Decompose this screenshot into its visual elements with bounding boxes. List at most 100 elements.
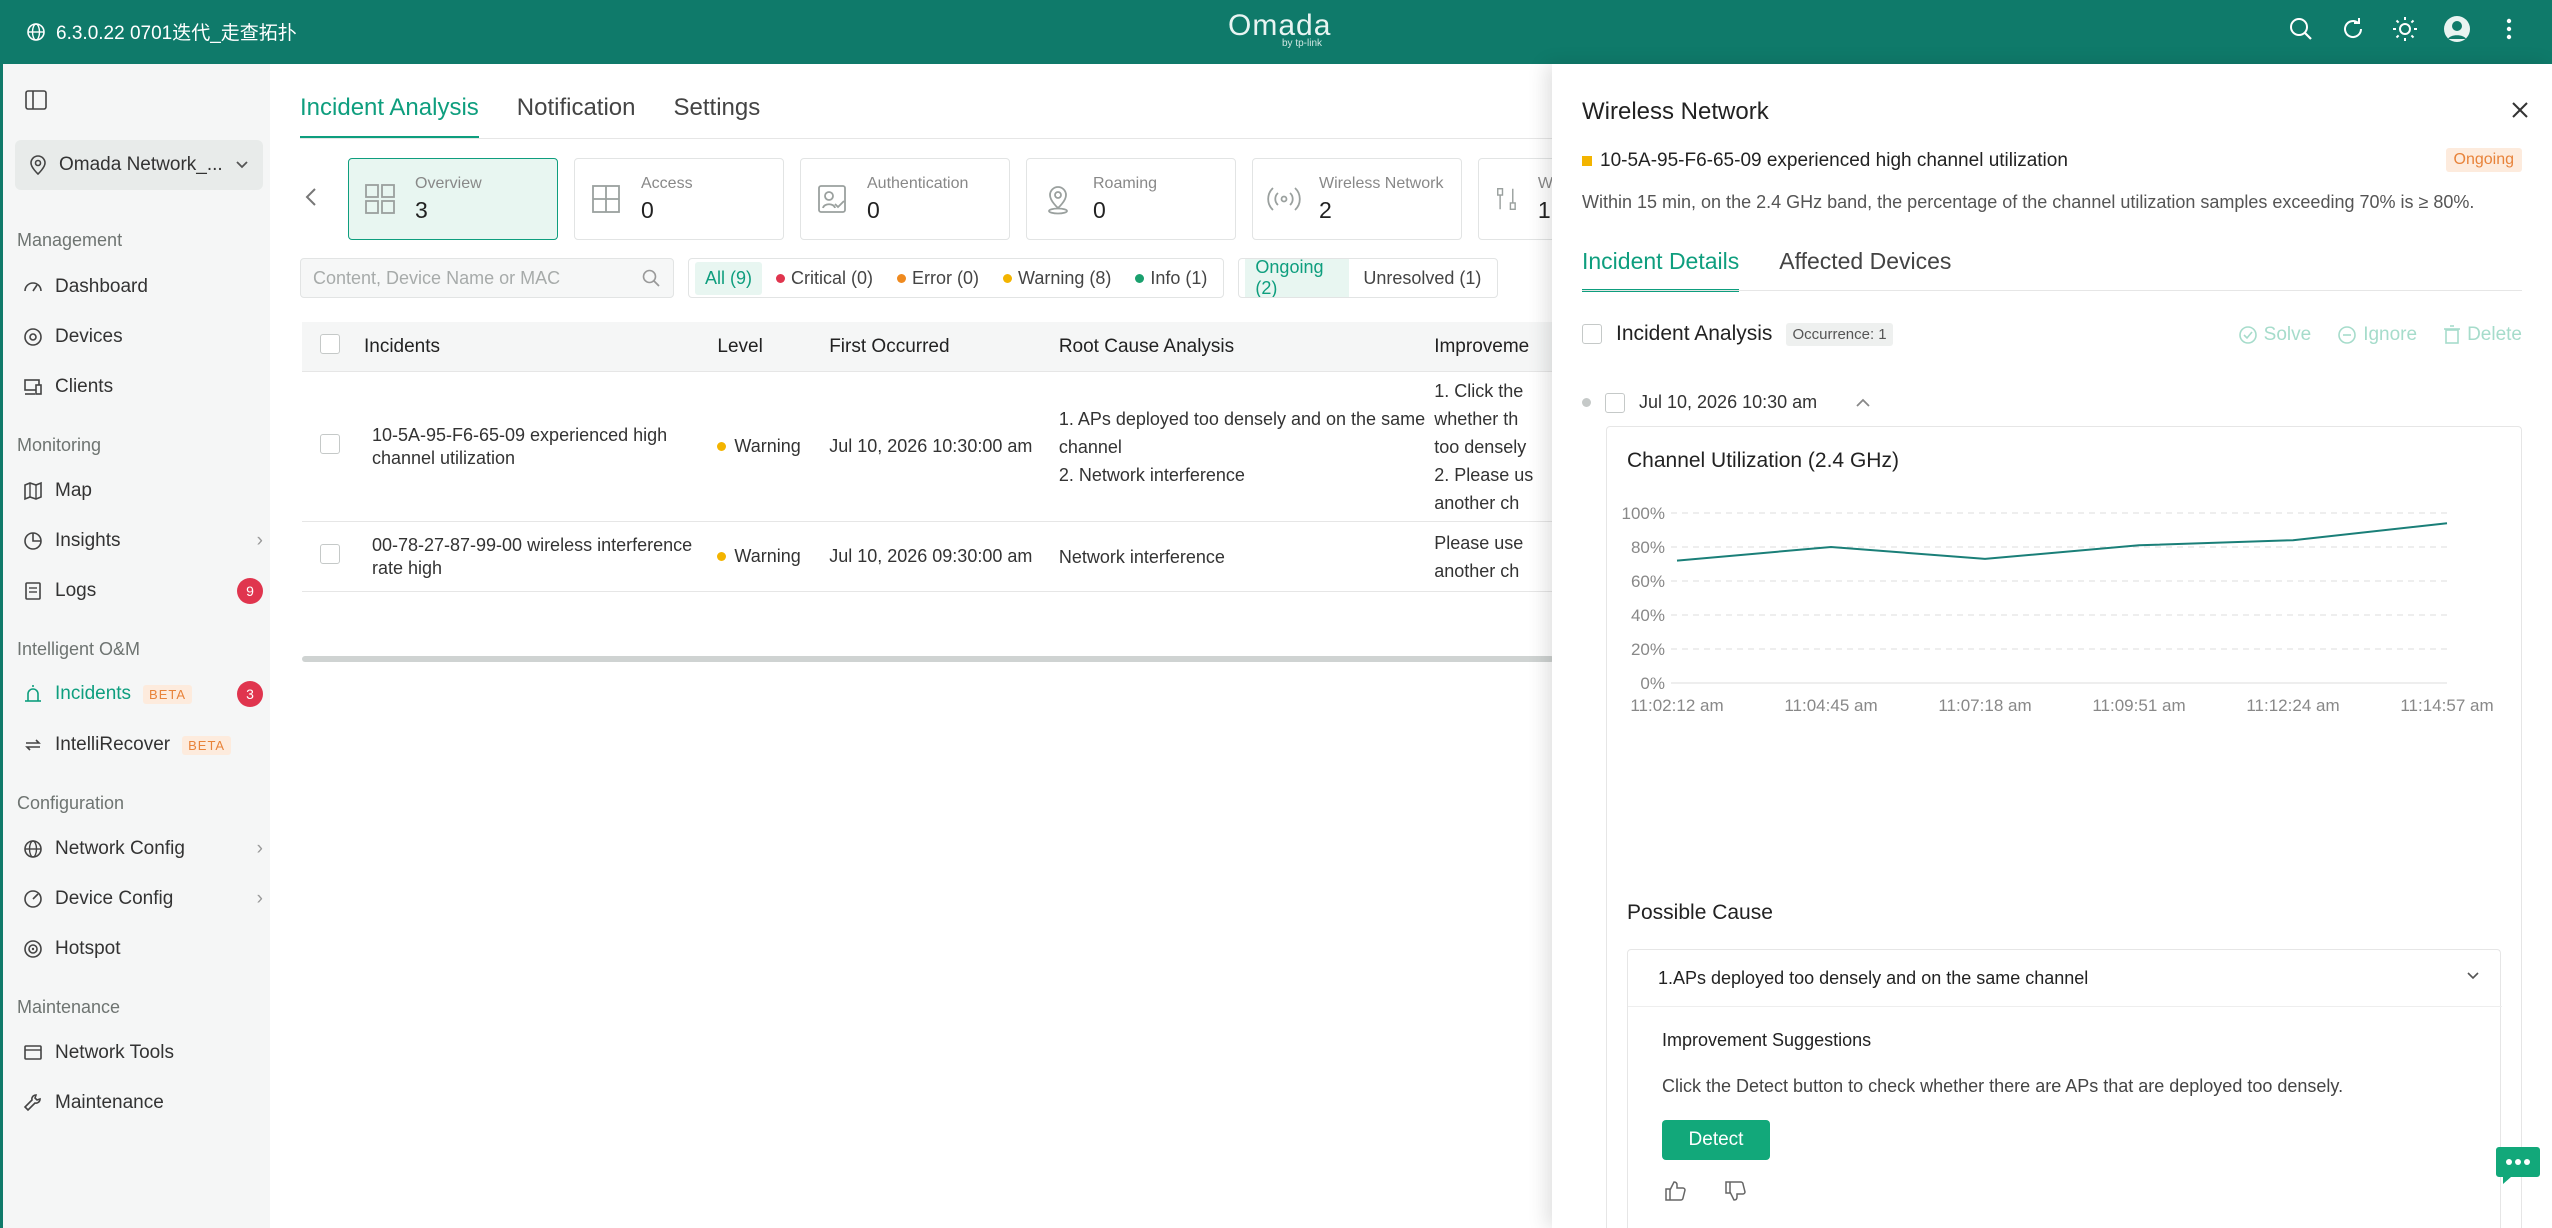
cause-divider (1628, 1006, 2502, 1007)
occurrence-checkbox[interactable] (1605, 392, 1625, 413)
card-label: Authentication (867, 174, 969, 192)
filter-unresolved[interactable]: Unresolved (1) (1353, 262, 1491, 295)
analysis-label: Incident Analysis (1616, 322, 1773, 345)
refresh-icon[interactable] (2338, 14, 2368, 44)
version-label[interactable]: 6.3.0.22 0701迭代_走查拓扑 (26, 18, 297, 45)
table-header: Incidents Level First Occurred Root Caus… (302, 322, 1554, 372)
sidebar-item-label: Network Tools (55, 1042, 174, 1063)
sidebar-item-maintenance[interactable]: Maintenance (23, 1083, 263, 1123)
access-icon (592, 185, 620, 213)
filter-critical[interactable]: Critical (0) (766, 262, 883, 295)
card-access[interactable]: Access 0 (574, 158, 784, 240)
sidebar-item-device-config[interactable]: Device Config › (23, 879, 263, 919)
col-first-occurred: First Occurred (829, 335, 950, 357)
row-checkbox[interactable] (320, 544, 340, 564)
detect-button[interactable]: Detect (1662, 1120, 1770, 1160)
analysis-checkbox[interactable] (1582, 324, 1602, 344)
chevron-right-icon: › (256, 838, 263, 859)
wireless-icon (1267, 187, 1301, 211)
thumbs-down-icon[interactable] (1724, 1180, 1746, 1207)
filter-info[interactable]: Info (1) (1125, 262, 1217, 295)
section-monitoring: Monitoring (17, 435, 102, 455)
series-line (1676, 522, 2448, 562)
globe-icon (27, 22, 45, 41)
card-value: 0 (1093, 196, 1106, 223)
utilization-chart: 0% 20% 40% 60% 80% 100% 11:02:12 am 11:04:45 am… (1622, 504, 2494, 715)
table-row[interactable]: 00-78-27-87-99-00 wireless interference … (302, 522, 1554, 592)
tab-affected-devices[interactable]: Affected Devices (1779, 248, 1951, 292)
filter-warning[interactable]: Warning (8) (993, 262, 1121, 295)
sidebar-item-insights[interactable]: Insights › (23, 521, 263, 561)
filter-all[interactable]: All (9) (695, 261, 763, 295)
ignore-button[interactable]: Ignore (2337, 324, 2417, 346)
minus-circle-icon (2338, 326, 2357, 344)
table-scrollbar[interactable] (302, 656, 1554, 662)
avatar[interactable] (2442, 14, 2472, 44)
sidebar-item-label: Device Config (55, 888, 174, 909)
card-label: Access (641, 174, 693, 192)
top-bar: 6.3.0.22 0701迭代_走查拓扑 Omada by tp-link (0, 0, 2552, 64)
panel-description: Within 15 min, on the 2.4 GHz band, the … (1582, 192, 2475, 212)
solve-button[interactable]: Solve (2238, 324, 2311, 346)
search-input[interactable]: Content, Device Name or MAC (300, 258, 674, 298)
search-icon[interactable] (2286, 14, 2316, 44)
y-tick-label: 80% (1631, 538, 1665, 557)
filter-error[interactable]: Error (0) (887, 262, 989, 295)
tab-incident-details[interactable]: Incident Details (1582, 248, 1740, 292)
authentication-icon (818, 185, 846, 213)
card-wireless-network[interactable]: Wireless Network 2 (1252, 158, 1462, 240)
sidebar-item-incidents[interactable]: Incidents BETA 3 (23, 674, 263, 714)
delete-button[interactable]: Delete (2443, 324, 2522, 346)
chevron-up-icon[interactable] (1855, 392, 1871, 413)
feedback (1664, 1180, 1746, 1207)
section-maintenance: Maintenance (17, 997, 121, 1017)
card-roaming[interactable]: Roaming 0 (1026, 158, 1236, 240)
sidebar-item-hotspot[interactable]: Hotspot (23, 929, 263, 969)
sidebar-toggle-icon[interactable] (25, 90, 47, 115)
select-all-checkbox[interactable] (320, 333, 340, 354)
tab-settings[interactable]: Settings (674, 94, 761, 139)
more-icon[interactable] (2494, 14, 2524, 44)
chevron-left-icon[interactable] (304, 186, 318, 213)
theme-icon[interactable] (2390, 14, 2420, 44)
card-overview[interactable]: Overview 3 (348, 158, 558, 240)
tab-incident-analysis[interactable]: Incident Analysis (300, 94, 479, 139)
sidebar-item-devices[interactable]: Devices (23, 317, 263, 357)
sidebar-item-logs[interactable]: Logs 9 (23, 571, 263, 611)
sidebar-item-intellirecover[interactable]: IntelliRecover BETA (23, 725, 263, 765)
cause-item[interactable]: 1.APs deployed too densely and on the sa… (1658, 968, 2088, 989)
card-value: 0 (867, 196, 880, 223)
wrench-icon (23, 1094, 41, 1112)
site-selector[interactable]: Omada Network_... (15, 140, 263, 190)
chart-title: Channel Utilization (2.4 GHz) (1627, 449, 1899, 472)
incident-analysis-header: Incident Analysis Occurrence: 1 (1582, 322, 1893, 346)
thumbs-up-icon[interactable] (1664, 1180, 1686, 1207)
dashboard-icon (24, 282, 42, 292)
sidebar-item-network-tools[interactable]: Network Tools (23, 1033, 263, 1073)
filter-ongoing[interactable]: Ongoing (2) (1245, 259, 1350, 297)
panel-title: Wireless Network (1582, 98, 1769, 125)
table-row[interactable]: 10-5A-95-F6-65-09 experienced high chann… (302, 372, 1554, 522)
panel-incident: 10-5A-95-F6-65-09 experienced high chann… (1582, 150, 2068, 172)
card-label: Wireless Network (1319, 174, 1444, 192)
sidebar-item-map[interactable]: Map (23, 471, 263, 511)
card-label: Roaming (1093, 174, 1158, 192)
incidents-badge: 3 (237, 681, 263, 707)
sidebar-item-label: Dashboard (55, 276, 148, 297)
row-checkbox[interactable] (320, 434, 340, 454)
sidebar-item-network-config[interactable]: Network Config › (23, 829, 263, 869)
sidebar-item-clients[interactable]: Clients (23, 367, 263, 407)
chevron-down-icon[interactable] (2466, 968, 2480, 986)
possible-cause-title: Possible Cause (1627, 901, 1773, 924)
improvement: 1. Click the whether th too densely 2. Plea… (1434, 380, 1534, 513)
close-icon[interactable] (2510, 100, 2530, 125)
tab-notification[interactable]: Notification (517, 94, 636, 139)
col-improvement: Improveme (1434, 335, 1530, 357)
sidebar-item-dashboard[interactable]: Dashboard (23, 267, 263, 307)
card-authentication[interactable]: Authentication 0 (800, 158, 1010, 240)
chat-button[interactable] (2495, 1145, 2541, 1185)
device-config-icon (24, 890, 42, 908)
chart-card: Channel Utilization (2.4 GHz) 0% 20% 40% 60… (1606, 426, 2522, 1228)
chevron-right-icon: › (256, 888, 263, 909)
incident-name: 00-78-27-87-99-00 wireless interference … (371, 534, 693, 578)
